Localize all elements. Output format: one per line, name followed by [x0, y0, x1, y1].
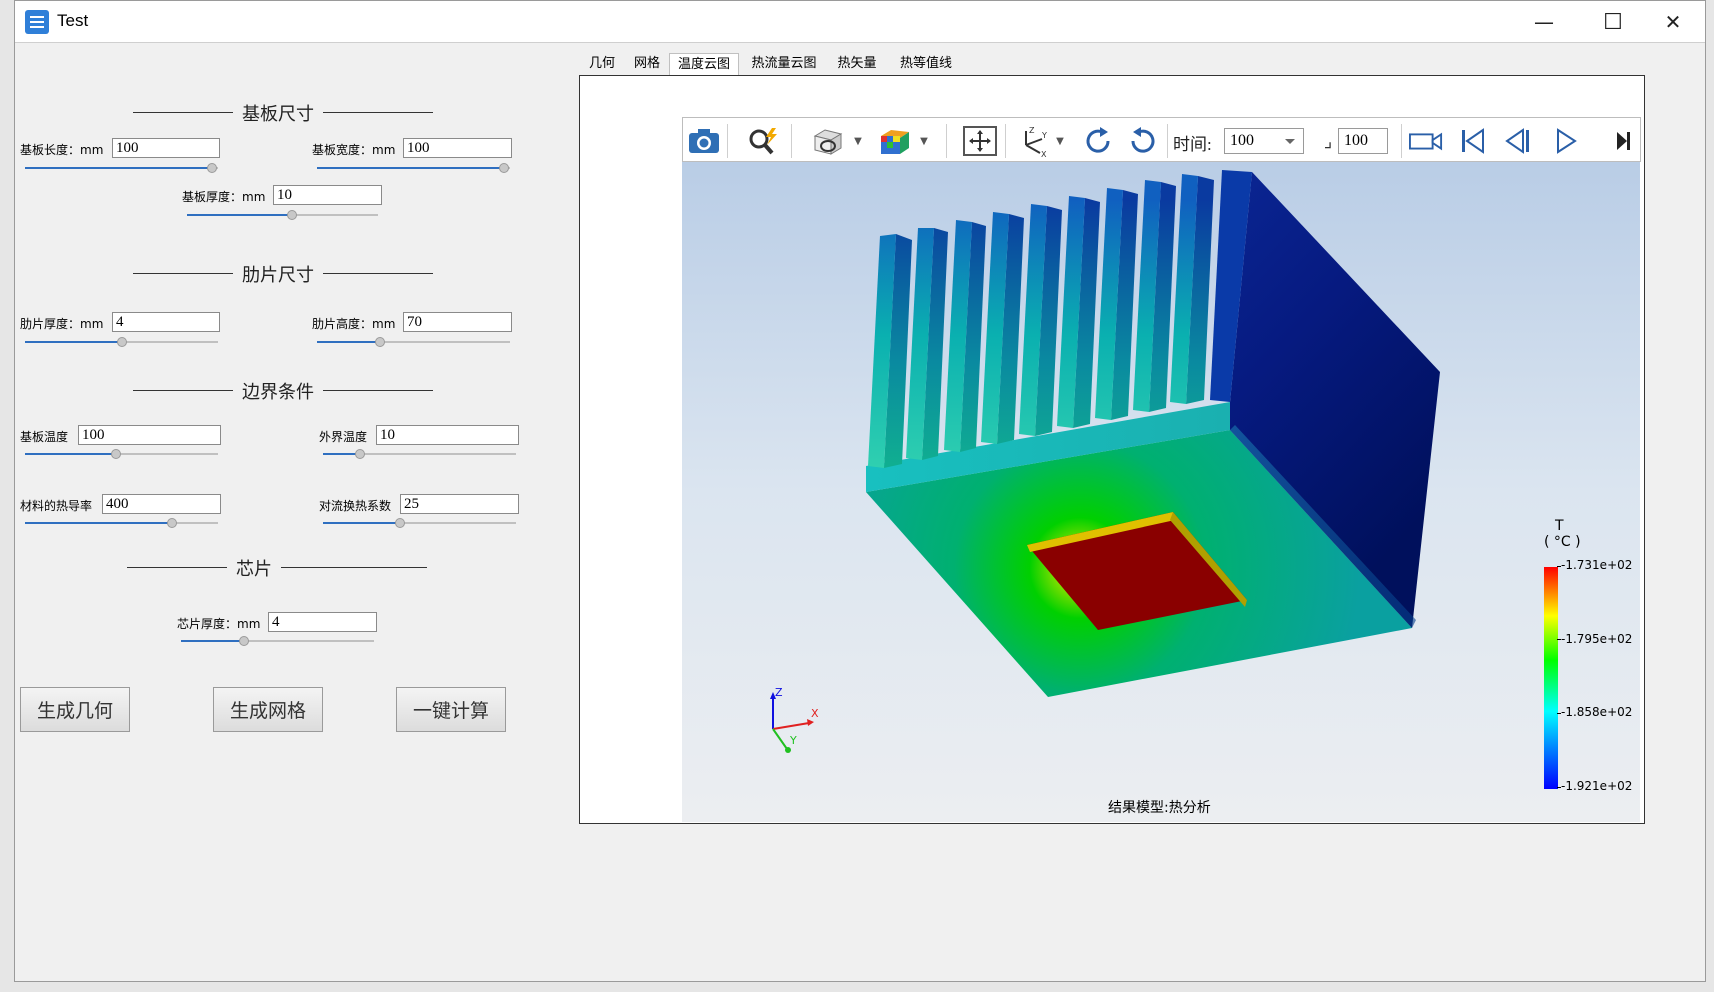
substrate-length-label: 基板长度：mm — [20, 143, 104, 157]
minimize-button[interactable]: — — [1510, 1, 1578, 43]
play-icon[interactable] — [1549, 126, 1583, 156]
fin-thickness-slider[interactable] — [25, 336, 218, 348]
chevron-down-icon — [1285, 139, 1295, 144]
result-model-label: 结果模型:热分析 — [1108, 800, 1211, 816]
display-mode-icon[interactable] — [811, 126, 845, 156]
legend-min-label: -1.921e+02 — [1561, 779, 1633, 793]
svg-text:Z: Z — [1029, 126, 1035, 135]
substrate-temp-input[interactable]: 100 — [78, 425, 221, 445]
legend-title: T — [1555, 518, 1564, 534]
divider — [133, 112, 233, 113]
divider — [133, 390, 233, 391]
convection-slider[interactable] — [323, 517, 516, 529]
fin-height-label: 肋片高度：mm — [312, 317, 396, 331]
conductivity-label: 材料的热导率 — [20, 499, 93, 513]
divider — [127, 567, 227, 568]
section-chip: 芯片 — [236, 559, 272, 579]
divider — [323, 390, 433, 391]
last-frame-icon[interactable] — [1608, 126, 1638, 156]
prev-frame-icon[interactable] — [1501, 126, 1535, 156]
chevron-down-icon[interactable]: ▼ — [1043, 126, 1077, 156]
viewer-toolbar: ▼ ▼ ZYX ▼ 时间: 100 ⌟ 100 — [682, 117, 1641, 162]
substrate-width-label: 基板宽度：mm — [312, 143, 396, 157]
maximize-button[interactable]: ☐ — [1579, 1, 1647, 43]
chip-thickness-slider[interactable] — [181, 635, 374, 647]
substrate-thickness-input[interactable]: 10 — [273, 185, 382, 205]
first-frame-icon[interactable] — [1456, 126, 1490, 156]
zoom-icon[interactable] — [747, 126, 781, 156]
legend-label-3: -1.858e+02 — [1561, 705, 1633, 719]
legend-label-2: -1.795e+02 — [1561, 632, 1633, 646]
axis-y-label: Y — [790, 734, 797, 747]
conductivity-slider[interactable] — [25, 517, 218, 529]
rotate-cw-icon[interactable] — [1081, 126, 1115, 156]
rotate-ccw-icon[interactable] — [1126, 126, 1160, 156]
section-substrate: 基板尺寸 — [242, 104, 314, 124]
divider — [323, 112, 433, 113]
chip-thickness-label: 芯片厚度：mm — [177, 617, 261, 631]
convection-input[interactable]: 25 — [400, 494, 519, 514]
step-value: 100 — [1344, 132, 1368, 149]
legend-color-bar — [1544, 567, 1558, 789]
substrate-width-slider[interactable] — [317, 162, 510, 174]
close-button[interactable]: ✕ — [1639, 1, 1707, 43]
time-value: 100 — [1230, 132, 1254, 149]
tab-heat-vector[interactable]: 热矢量 — [829, 53, 885, 75]
chevron-down-icon[interactable]: ▼ — [841, 126, 875, 156]
app-icon — [25, 10, 49, 34]
legend-max-label: -1.731e+02 — [1561, 558, 1633, 572]
divider — [281, 567, 427, 568]
tab-temperature[interactable]: 温度云图 — [669, 53, 739, 75]
ambient-temp-slider[interactable] — [323, 448, 516, 460]
substrate-length-input[interactable]: 100 — [112, 138, 220, 158]
generate-geometry-button[interactable]: 生成几何 — [20, 687, 130, 732]
compute-button[interactable]: 一键计算 — [396, 687, 506, 732]
substrate-temp-label: 基板温度 — [20, 430, 69, 444]
ambient-temp-input[interactable]: 10 — [376, 425, 519, 445]
fit-view-icon[interactable] — [963, 126, 997, 156]
ambient-temp-label: 外界温度 — [319, 430, 368, 444]
camera-icon[interactable] — [687, 126, 721, 156]
time-label: 时间: — [1173, 135, 1212, 154]
time-select[interactable]: 100 — [1224, 128, 1304, 154]
substrate-thickness-slider[interactable] — [187, 209, 378, 221]
tab-isotherm[interactable]: 热等值线 — [889, 53, 963, 75]
fin-height-input[interactable]: 70 — [403, 312, 512, 332]
heat-sink-model — [770, 170, 1440, 753]
window-title: Test — [57, 11, 89, 30]
fin-thickness-label: 肋片厚度：mm — [20, 317, 104, 331]
conductivity-input[interactable]: 400 — [102, 494, 221, 514]
substrate-thickness-label: 基板厚度：mm — [182, 190, 266, 204]
substrate-length-slider[interactable] — [25, 162, 218, 174]
fin-height-slider[interactable] — [317, 336, 510, 348]
record-icon[interactable] — [1409, 126, 1443, 156]
fin-thickness-input[interactable]: 4 — [112, 312, 220, 332]
title-bar: Test — ☐ ✕ — [15, 1, 1705, 43]
axis-z-label: Z — [775, 686, 783, 699]
substrate-temp-slider[interactable] — [25, 448, 218, 460]
3d-viewport[interactable]: Z X Y — [682, 162, 1640, 822]
step-spinbox[interactable]: 100 — [1338, 128, 1388, 154]
axis-x-label: X — [811, 707, 819, 720]
generate-mesh-button[interactable]: 生成网格 — [213, 687, 323, 732]
chip-thickness-input[interactable]: 4 — [268, 612, 377, 632]
tab-heat-flow[interactable]: 热流量云图 — [741, 53, 827, 75]
convection-label: 对流换热系数 — [319, 499, 392, 513]
divider — [323, 273, 433, 274]
section-boundary: 边界条件 — [242, 382, 314, 402]
tab-geometry[interactable]: 几何 — [579, 53, 625, 75]
substrate-width-input[interactable]: 100 — [403, 138, 512, 158]
chevron-down-icon[interactable]: ▼ — [907, 126, 941, 156]
divider — [133, 273, 233, 274]
section-fin: 肋片尺寸 — [242, 265, 314, 285]
legend-unit: ( °C ) — [1544, 534, 1581, 550]
tab-mesh[interactable]: 网格 — [625, 53, 669, 75]
